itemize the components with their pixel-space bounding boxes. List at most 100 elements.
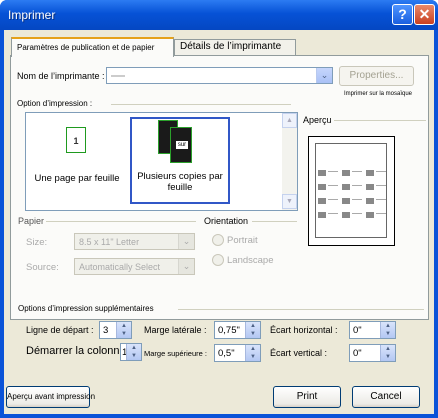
size-label: Size: bbox=[26, 237, 48, 248]
chevron-down-icon[interactable]: ⌄ bbox=[178, 259, 194, 274]
start-row-stepper[interactable]: 3 ▲ ▼ bbox=[99, 321, 132, 339]
badge-label: sur bbox=[176, 141, 188, 149]
print-preview-button[interactable]: Aperçu avant impression bbox=[6, 386, 95, 408]
side-margin-stepper[interactable]: 0,75" ▲ ▼ bbox=[214, 321, 261, 339]
divider bbox=[252, 221, 297, 222]
size-select[interactable]: 8.5 x 11" Letter ⌄ bbox=[74, 233, 195, 250]
start-row-value: 3 bbox=[103, 325, 109, 336]
portrait-radio[interactable] bbox=[212, 234, 224, 246]
label-thumbnail bbox=[318, 170, 326, 176]
landscape-radio[interactable] bbox=[212, 254, 224, 266]
printer-select[interactable]: ⌄ bbox=[106, 67, 333, 84]
close-icon[interactable]: ✕ bbox=[414, 4, 435, 25]
label-text-line bbox=[328, 213, 338, 214]
start-column-stepper[interactable]: 1 ▲ ▼ bbox=[120, 343, 142, 361]
horizontal-gap-label: Écart horizontal : bbox=[270, 325, 338, 335]
start-column-label: Démarrer la colonne : bbox=[26, 345, 132, 357]
label-text-line bbox=[352, 213, 362, 214]
label-thumbnail bbox=[318, 212, 326, 218]
label-thumbnail bbox=[342, 170, 350, 176]
tab-label: Détails de l’imprimante bbox=[180, 41, 282, 52]
label-text-line bbox=[376, 213, 386, 214]
mosaic-label: Imprimer sur la mosaïque bbox=[344, 91, 413, 97]
side-margin-value: 0,75" bbox=[218, 325, 240, 336]
side-margin-label: Marge latérale : bbox=[144, 325, 207, 335]
title-bar[interactable]: Imprimer ? ✕ bbox=[0, 0, 438, 30]
label-thumbnail bbox=[318, 198, 326, 204]
page-number: 1 bbox=[73, 136, 79, 146]
preview-label: Aperçu bbox=[303, 115, 332, 125]
top-margin-stepper[interactable]: 0,5" ▲ ▼ bbox=[214, 344, 261, 362]
option-multiple-copies[interactable]: sur Plusieurs copies par feuille bbox=[130, 117, 230, 204]
scroll-down-icon[interactable]: ▼ bbox=[282, 194, 297, 209]
top-margin-value: 0,5" bbox=[218, 348, 235, 359]
page-icon: 1 bbox=[66, 127, 86, 153]
label-text-line bbox=[328, 185, 338, 186]
spin-arrows-icon[interactable]: ▲ ▼ bbox=[380, 322, 395, 338]
label-text-line bbox=[376, 199, 386, 200]
divider bbox=[111, 104, 291, 105]
top-margin-label: Marge supérieure : bbox=[144, 349, 207, 358]
label-thumbnail bbox=[342, 212, 350, 218]
label-thumbnail bbox=[342, 184, 350, 190]
spin-arrows-icon[interactable]: ▲ ▼ bbox=[116, 322, 131, 338]
horizontal-gap-stepper[interactable]: 0" ▲ ▼ bbox=[349, 321, 396, 339]
label-text-line bbox=[376, 171, 386, 172]
scroll-up-icon[interactable]: ▲ bbox=[282, 113, 297, 128]
spin-arrows-icon[interactable]: ▲ ▼ bbox=[245, 322, 260, 338]
print-dialog: Imprimer ? ✕ Paramètres de publication e… bbox=[0, 0, 438, 418]
vertical-gap-stepper[interactable]: 0" ▲ ▼ bbox=[349, 344, 396, 362]
chevron-down-icon[interactable]: ⌄ bbox=[178, 234, 194, 249]
option-one-page-per-sheet[interactable]: 1 Une page par feuille bbox=[28, 117, 126, 203]
tab-publication-settings[interactable]: Paramètres de publication et de papier bbox=[11, 37, 174, 57]
source-label: Source: bbox=[26, 262, 59, 273]
cancel-button[interactable]: Cancel bbox=[352, 386, 420, 408]
properties-button[interactable]: Properties... bbox=[339, 66, 414, 86]
label-text-line bbox=[328, 199, 338, 200]
stacked-pages-icon: sur bbox=[170, 127, 192, 163]
print-button[interactable]: Print bbox=[273, 386, 341, 408]
portrait-label: Portrait bbox=[227, 235, 258, 246]
divider bbox=[178, 309, 424, 310]
printer-name-label: Nom de l’imprimante : bbox=[17, 71, 105, 81]
label-thumbnail bbox=[366, 198, 374, 204]
tab-printer-details[interactable]: Détails de l’imprimante bbox=[174, 39, 296, 55]
vertical-gap-value: 0" bbox=[353, 348, 362, 359]
spin-arrows-icon[interactable]: ▲ ▼ bbox=[380, 345, 395, 361]
preview-pane bbox=[308, 136, 395, 246]
spin-arrows-icon[interactable]: ▲ ▼ bbox=[126, 344, 141, 360]
start-row-label: Ligne de départ : bbox=[26, 325, 94, 335]
extra-options-label: Options d’impression supplémentaires bbox=[18, 304, 154, 313]
spin-arrows-icon[interactable]: ▲ ▼ bbox=[245, 345, 260, 361]
preview-page bbox=[315, 143, 387, 238]
source-value: Automatically Select bbox=[79, 262, 161, 272]
options-scrollbar[interactable]: ▲ ▼ bbox=[282, 113, 297, 210]
landscape-label: Landscape bbox=[227, 255, 274, 266]
print-option-label: Option d’impression : bbox=[17, 99, 93, 108]
paper-label: Papier bbox=[18, 216, 45, 226]
window-title: Imprimer bbox=[8, 8, 56, 22]
vertical-gap-label: Écart vertical : bbox=[270, 348, 328, 358]
printer-name-redacted bbox=[111, 75, 125, 77]
label-text-line bbox=[352, 171, 362, 172]
option-label: Une page par feuille bbox=[34, 173, 120, 184]
label-thumbnail bbox=[318, 184, 326, 190]
horizontal-gap-value: 0" bbox=[353, 325, 362, 336]
help-icon[interactable]: ? bbox=[392, 4, 413, 25]
print-options-list[interactable]: 1 Une page par feuille sur Plusieurs cop… bbox=[25, 112, 298, 211]
label-text-line bbox=[352, 185, 362, 186]
size-value: 8.5 x 11" Letter bbox=[79, 237, 140, 247]
orientation-label: Orientation bbox=[204, 216, 249, 226]
label-thumbnail bbox=[366, 170, 374, 176]
chevron-down-icon[interactable]: ⌄ bbox=[316, 68, 332, 83]
label-thumbnail bbox=[366, 184, 374, 190]
label-text-line bbox=[376, 185, 386, 186]
divider bbox=[46, 221, 196, 222]
source-select[interactable]: Automatically Select ⌄ bbox=[74, 258, 195, 275]
dialog-body: Paramètres de publication et de papier D… bbox=[4, 30, 434, 414]
label-text-line bbox=[328, 171, 338, 172]
label-text-line bbox=[352, 199, 362, 200]
tab-label: Paramètres de publication et de papier bbox=[17, 43, 155, 52]
divider bbox=[334, 120, 426, 121]
label-thumbnail bbox=[366, 212, 374, 218]
